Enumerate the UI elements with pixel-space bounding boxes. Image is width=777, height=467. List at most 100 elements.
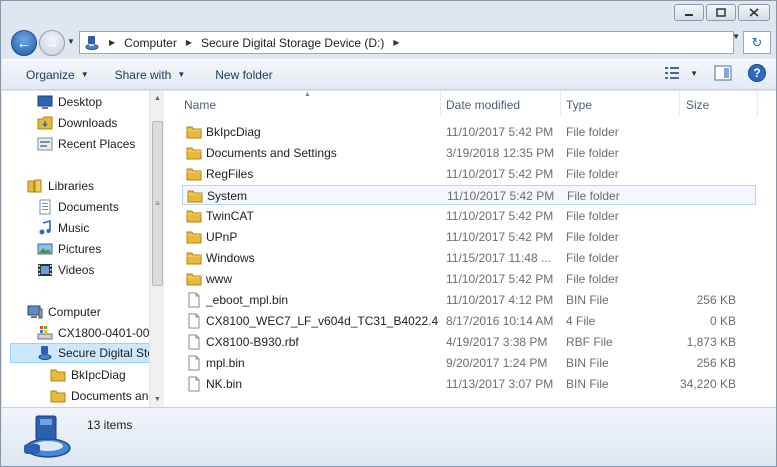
file-row[interactable]: TwinCAT 11/10/2017 5:42 PM File folder [182, 206, 756, 226]
scroll-thumb[interactable]: ≡ [152, 121, 163, 286]
breadcrumb-sd-device[interactable]: Secure Digital Storage Device (D:) [201, 36, 384, 50]
column-name-label: Name [184, 98, 217, 112]
column-date-label: Date modified [446, 98, 521, 112]
explorer-window: ← → ▼ ▶ Computer ▶ Secure Digital Storag… [0, 0, 777, 467]
column-header-size[interactable]: Size [666, 95, 709, 115]
nav-item-pictures[interactable]: Pictures [37, 239, 101, 259]
file-type: File folder [566, 251, 619, 265]
nav-scrollbar[interactable]: ▲ ≡ ▼ [149, 91, 164, 407]
file-type: File folder [566, 167, 619, 181]
nav-item-videos[interactable]: Videos [37, 260, 94, 280]
new-folder-label: New folder [215, 67, 273, 82]
file-date: 8/17/2016 10:14 AM [446, 314, 554, 328]
file-date: 11/10/2017 5:42 PM [446, 125, 554, 139]
breadcrumb-separator-icon[interactable]: ▶ [393, 38, 399, 47]
file-row[interactable]: Windows 11/15/2017 11:48 ... File folder [182, 248, 756, 268]
nav-item-documents-and[interactable]: Documents and [50, 386, 155, 406]
breadcrumb-separator-icon[interactable]: ▶ [186, 38, 192, 47]
share-with-button[interactable]: Share with ▼ [107, 63, 194, 87]
organize-button[interactable]: Organize ▼ [18, 63, 97, 87]
file-type: BIN File [566, 293, 609, 307]
nav-item-recent-places[interactable]: Recent Places [37, 134, 135, 154]
minimize-button[interactable] [674, 4, 704, 21]
file-icon [188, 292, 200, 308]
change-view-button[interactable]: ▼ [664, 66, 698, 80]
file-row[interactable]: System 11/10/2017 5:42 PM File folder [182, 185, 756, 205]
file-row[interactable]: BkIpcDiag 11/10/2017 5:42 PM File folder [182, 122, 756, 142]
file-icon [188, 313, 200, 329]
help-button[interactable]: ? [748, 64, 766, 82]
chevron-down-icon: ▼ [177, 70, 186, 79]
breadcrumb-separator-icon[interactable]: ▶ [109, 38, 115, 47]
file-row[interactable]: CX8100_WEC7_LF_v604d_TC31_B4022.4 8/17/20… [182, 311, 756, 331]
file-row[interactable]: UPnP 11/10/2017 5:42 PM File folder [182, 227, 756, 247]
column-header-name[interactable]: Name [164, 95, 216, 115]
breadcrumb-computer[interactable]: Computer [124, 36, 177, 50]
nav-item-documents[interactable]: Documents [37, 197, 119, 217]
column-type-label: Type [566, 98, 593, 112]
nav-item-libraries[interactable]: Libraries [27, 176, 94, 196]
file-date: 4/19/2017 3:38 PM [446, 335, 548, 349]
file-name: System [207, 189, 248, 203]
file-row[interactable]: Documents and Settings 3/19/2018 12:35 PM… [182, 143, 756, 163]
address-bar[interactable]: ▶ Computer ▶ Secure Digital Storage Devi… [79, 31, 734, 54]
file-row[interactable]: _eboot_mpl.bin 11/10/2017 4:12 PM BIN File… [182, 290, 756, 310]
recent-pages-dropdown[interactable]: ▼ [67, 37, 75, 46]
new-folder-button[interactable]: New folder [207, 63, 280, 87]
preview-pane-icon[interactable] [714, 65, 732, 81]
window-controls [674, 4, 770, 21]
nav-item-music[interactable]: Music [37, 218, 89, 238]
column-header-bar: Name ▲ Date modified Type Size [164, 91, 776, 117]
nav-item-label: BkIpcDiag [71, 368, 126, 382]
file-row[interactable]: mpl.bin 9/20/2017 1:24 PM BIN File 256 KB [182, 353, 756, 373]
recent-places-icon [37, 137, 53, 151]
file-row[interactable]: RegFiles 11/10/2017 5:42 PM File folder [182, 164, 756, 184]
nav-item-secure-digital[interactable]: Secure Digital Sto [10, 343, 154, 363]
file-row[interactable]: CX8100-B930.rbf 4/19/2017 3:38 PM RBF File… [182, 332, 756, 352]
minimize-icon [685, 13, 693, 16]
maximize-button[interactable] [706, 4, 736, 21]
sd-card-icon [85, 35, 99, 50]
forward-button[interactable]: → [39, 30, 65, 56]
file-type: File folder [566, 146, 619, 160]
nav-item-label: Computer [48, 305, 101, 319]
nav-item-bkipcdiag[interactable]: BkIpcDiag [50, 365, 126, 385]
nav-item-desktop[interactable]: Desktop [37, 92, 102, 112]
details-view-icon [665, 67, 680, 79]
file-name: UPnP [206, 230, 238, 244]
nav-item-downloads[interactable]: Downloads [37, 113, 117, 133]
file-name: NK.bin [206, 377, 243, 391]
file-row[interactable]: NK.bin 11/13/2017 3:07 PM BIN File 34,220 K… [182, 374, 756, 394]
navigation-pane[interactable]: Desktop Downloads Recent Places Librarie… [2, 91, 164, 407]
nav-item-cx1800-drive[interactable]: CX1800-0401-001 [37, 323, 156, 343]
scroll-down-icon[interactable]: ▼ [150, 392, 164, 407]
drive-icon [37, 326, 53, 340]
nav-item-label: Downloads [58, 116, 118, 130]
file-row[interactable]: www 11/10/2017 5:42 PM File folder [182, 269, 756, 289]
organize-label: Organize [26, 67, 75, 82]
file-type: 4 File [566, 314, 596, 328]
file-list[interactable]: Name ▲ Date modified Type Size BkIpcDiag… [164, 91, 776, 407]
file-icon [188, 355, 200, 371]
column-divider[interactable] [757, 91, 758, 117]
nav-item-computer[interactable]: Computer [27, 302, 101, 322]
scroll-up-icon[interactable]: ▲ [150, 91, 164, 106]
file-date: 3/19/2018 12:35 PM [446, 146, 555, 160]
details-pane: 13 items [2, 407, 776, 466]
libraries-icon [27, 179, 42, 193]
folder-icon [186, 252, 202, 265]
refresh-button[interactable]: ↻ [743, 31, 771, 54]
downloads-folder-icon [37, 116, 53, 130]
column-size-label: Size [686, 98, 710, 112]
file-date: 11/10/2017 5:42 PM [446, 272, 554, 286]
toolbar-right: ▼ ? [664, 64, 766, 82]
address-history-dropdown[interactable]: ▼ [732, 32, 740, 41]
close-button[interactable] [738, 4, 770, 21]
column-header-type[interactable]: Type [546, 95, 592, 115]
back-button[interactable]: ← [11, 30, 37, 56]
file-name: _eboot_mpl.bin [206, 293, 289, 307]
file-icon [188, 376, 200, 392]
item-count: 13 items [87, 418, 133, 432]
column-header-date[interactable]: Date modified [426, 95, 520, 115]
file-type: BIN File [566, 377, 609, 391]
